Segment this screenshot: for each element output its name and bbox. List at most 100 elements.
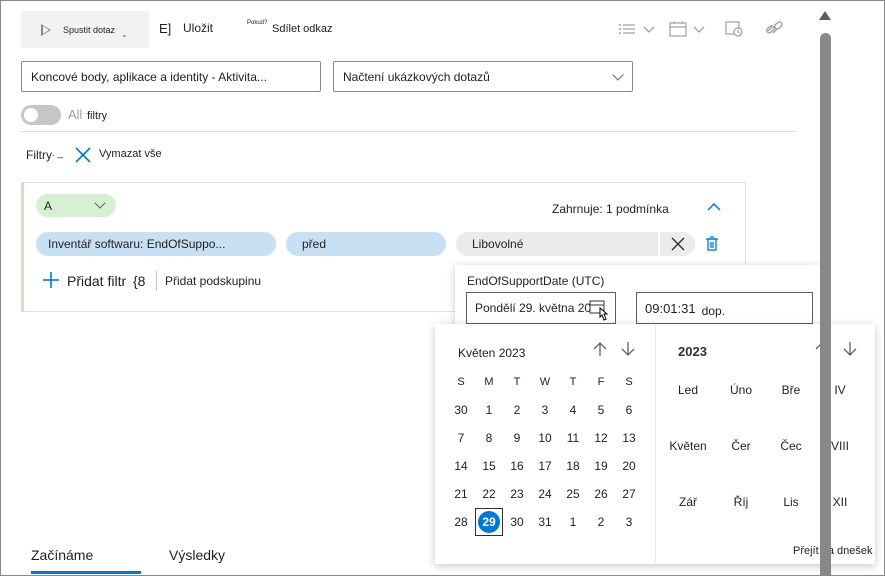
calendar-day[interactable]: 17 (531, 452, 559, 480)
filter-field-value: Inventář softwaru: EndOfSuppo... (48, 237, 226, 251)
unlink-icon[interactable] (765, 20, 783, 39)
calendar-day[interactable]: 30 (503, 508, 531, 536)
calendar-day[interactable]: 28 (447, 508, 475, 536)
calendar-month-item[interactable]: Zář (664, 495, 712, 509)
delete-icon[interactable] (705, 236, 719, 255)
calendar-day[interactable]: 25 (559, 480, 587, 508)
clear-all-icon[interactable] (74, 146, 92, 167)
calendar-month-item[interactable]: Led (664, 383, 712, 397)
clear-all-button[interactable]: Vymazat vše (99, 148, 162, 160)
date-input-value: Pondělí 29. května 2023 (475, 301, 605, 315)
schedule-icon[interactable] (725, 19, 743, 40)
calendar-month-item[interactable]: Květen (664, 439, 712, 453)
add-filter-suffix: {8 (133, 273, 146, 289)
filter-value-pill[interactable]: Libovolné (456, 232, 658, 256)
calendar-day[interactable]: 11 (559, 424, 587, 452)
weekday-header: M (484, 376, 494, 388)
calendar-day[interactable]: 1 (475, 396, 503, 424)
add-filter-button[interactable]: Přidat filtr (67, 273, 126, 289)
calendar-day[interactable]: 22 (475, 480, 503, 508)
calendar-day[interactable]: 20 (615, 452, 643, 480)
calendar-day[interactable]: 4 (559, 396, 587, 424)
calendar-day[interactable]: 10 (531, 424, 559, 452)
scroll-up-icon[interactable] (819, 11, 831, 20)
calendar-year-title[interactable]: 2023 (678, 344, 707, 359)
calendar-icon[interactable] (669, 20, 687, 40)
calendar-day[interactable]: 31 (531, 508, 559, 536)
tab-results[interactable]: Výsledky (169, 547, 225, 563)
calendar-day[interactable]: 19 (587, 452, 615, 480)
filter-value-placeholder: Libovolné (472, 237, 524, 251)
weekday-header: T (513, 376, 521, 388)
calendar-day[interactable]: 12 (587, 424, 615, 452)
calendar-month-item[interactable]: Úno (717, 383, 765, 397)
tab-getting-started[interactable]: Začínáme (31, 547, 93, 563)
calendar-day[interactable]: 13 (615, 424, 643, 452)
date-field-label: EndOfSupportDate (UTC) (467, 274, 605, 288)
list-chevron-down-icon[interactable] (643, 23, 655, 38)
group-operator-dropdown[interactable]: A (36, 194, 116, 217)
calendar-day[interactable]: 18 (559, 452, 587, 480)
calendar-day[interactable]: 14 (447, 452, 475, 480)
calendar-month-item[interactable]: Říj (717, 495, 765, 509)
chevron-down-icon (612, 69, 624, 81)
calendar-day-selected[interactable]: 29 (475, 508, 503, 536)
weekday-header: W (539, 376, 551, 388)
calendar-day[interactable]: 5 (587, 396, 615, 424)
add-subgroup-button[interactable]: Přidat podskupinu (165, 274, 261, 288)
list-view-icon[interactable] (618, 22, 636, 39)
scroll-thumb[interactable] (820, 33, 831, 576)
if-label: Pokud? (247, 20, 268, 26)
calendar-month-item[interactable]: Čer (717, 439, 765, 453)
calendar-day[interactable]: 26 (587, 480, 615, 508)
calendar-day[interactable]: 8 (475, 424, 503, 452)
calendar-day[interactable]: 2 (503, 396, 531, 424)
schema-dropdown[interactable]: Koncové body, aplikace a identity - Akti… (21, 61, 321, 92)
calendar-divider (655, 324, 656, 564)
divider (21, 131, 796, 132)
clear-value-button[interactable] (659, 232, 695, 256)
time-ampm: dop. (701, 304, 725, 318)
calendar-day[interactable]: 24 (531, 480, 559, 508)
run-query-button[interactable]: Spustit dotaz ⌄ (21, 11, 149, 48)
filters-label: Filtry (26, 148, 52, 162)
prev-month-icon[interactable] (593, 341, 607, 361)
save-button[interactable]: Uložit (183, 21, 213, 35)
collapse-chevron-up-icon[interactable] (707, 200, 721, 215)
calendar-day[interactable]: 1 (559, 508, 587, 536)
next-month-icon[interactable] (621, 341, 635, 361)
toggle-knob (24, 108, 38, 122)
share-link-button[interactable]: Sdílet odkaz (272, 23, 333, 35)
toggle-filters-label: filtry (87, 110, 108, 122)
weekday-header: T (569, 376, 577, 388)
calendar-month-title[interactable]: Květen 2023 (458, 346, 525, 360)
calendar-day[interactable]: 9 (503, 424, 531, 452)
calendar-month-item[interactable]: Lis (767, 495, 815, 509)
close-icon (671, 237, 684, 251)
all-filters-toggle[interactable] (21, 105, 61, 125)
vertical-scrollbar[interactable] (818, 9, 834, 576)
calendar-chevron-down-icon[interactable] (693, 23, 705, 38)
filter-comparator-pill[interactable]: před (286, 232, 446, 256)
calendar-day[interactable]: 2 (587, 508, 615, 536)
calendar-day[interactable]: 15 (475, 452, 503, 480)
calendar-day[interactable]: 3 (615, 508, 643, 536)
calendar-day[interactable]: 30 (447, 396, 475, 424)
calendar-month-item[interactable]: Bře (767, 383, 815, 397)
add-icon[interactable] (42, 271, 60, 292)
run-dropdown-caret[interactable]: ⌄ (121, 30, 128, 39)
calendar-day[interactable]: 6 (615, 396, 643, 424)
calendar-day[interactable]: 23 (503, 480, 531, 508)
calendar-day[interactable]: 7 (447, 424, 475, 452)
schema-dropdown-value: Koncové body, aplikace a identity - Akti… (31, 69, 267, 84)
time-input[interactable]: 09:01:31 dop. (636, 292, 813, 324)
calendar-day[interactable]: 21 (447, 480, 475, 508)
sample-queries-dropdown[interactable]: Načtení ukázkových dotazů (333, 61, 633, 92)
next-year-icon[interactable] (843, 341, 857, 361)
calendar-day[interactable]: 27 (615, 480, 643, 508)
calendar-month-item[interactable]: Čec (767, 439, 815, 453)
calendar-day[interactable]: 3 (531, 396, 559, 424)
weekday-header: F (597, 376, 605, 388)
calendar-day[interactable]: 16 (503, 452, 531, 480)
filter-field-pill[interactable]: Inventář softwaru: EndOfSuppo... (36, 232, 276, 256)
